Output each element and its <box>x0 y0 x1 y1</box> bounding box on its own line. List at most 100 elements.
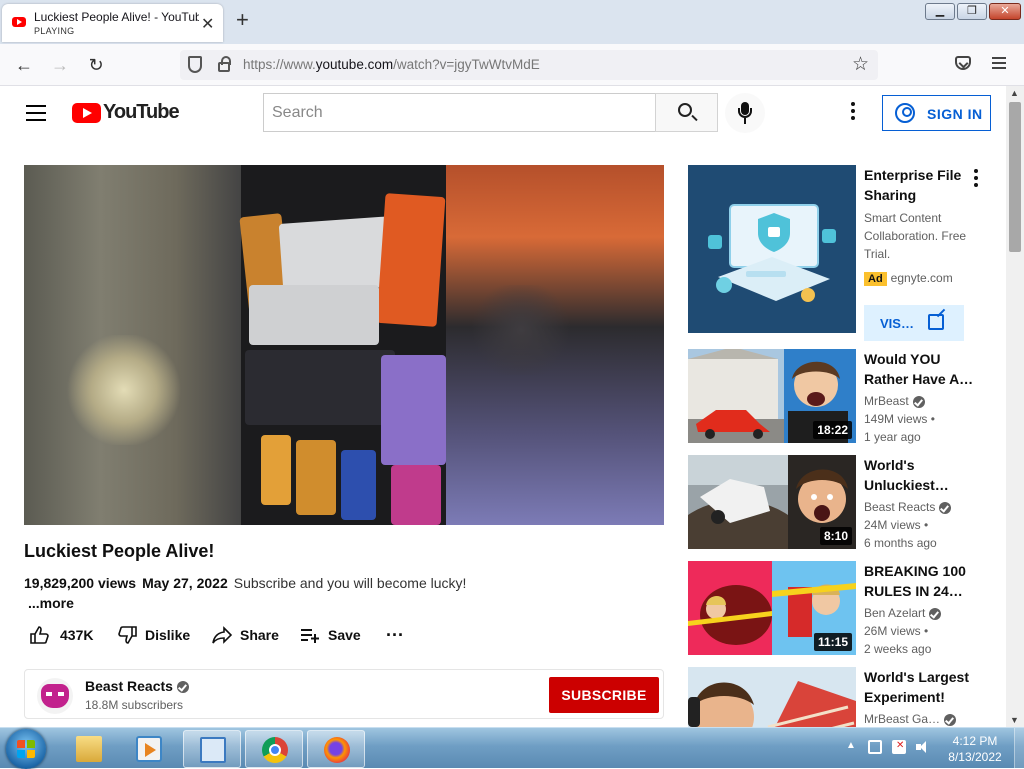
page-scrollbar[interactable]: ▲ ▼ <box>1006 86 1024 727</box>
subscriber-count: 18.8M subscribers <box>85 698 184 712</box>
window-close-button[interactable]: ✕ <box>989 3 1021 20</box>
action-center-icon[interactable] <box>868 740 882 754</box>
search-button[interactable] <box>655 93 718 132</box>
taskbar-explorer[interactable] <box>60 730 118 768</box>
rec-title[interactable]: World's Largest Experiment! <box>864 667 974 707</box>
browser-menu-icon[interactable] <box>992 57 1006 69</box>
sidebar-ad[interactable]: Enterprise File Sharing Smart Content Co… <box>688 165 988 341</box>
ad-menu-kebab-icon[interactable] <box>974 169 978 187</box>
taskbar-control-panel[interactable] <box>183 730 241 768</box>
recommendation-item[interactable]: World's Largest Experiment! MrBeast Ga… <box>688 667 988 727</box>
search-box[interactable] <box>263 93 655 132</box>
tab-status: PLAYING <box>34 26 75 36</box>
volume-icon[interactable] <box>916 740 930 754</box>
rec-channel[interactable]: MrBeast <box>864 394 925 408</box>
url-text[interactable]: https://www.youtube.com/watch?v=jgyTwWtv… <box>243 57 540 72</box>
verified-check-icon <box>944 713 957 726</box>
show-desktop-button[interactable] <box>1014 728 1024 769</box>
more-actions-button[interactable]: ... <box>386 620 404 644</box>
bookmark-star-icon[interactable]: ☆ <box>852 53 869 76</box>
forward-arrow-icon[interactable]: → <box>48 53 72 77</box>
maximize-button[interactable]: ❐ <box>957 3 987 20</box>
scroll-up-arrow-icon[interactable]: ▲ <box>1010 88 1019 98</box>
subscribe-button[interactable]: SUBSCRIBE <box>549 677 659 713</box>
browser-tab[interactable]: Luckiest People Alive! - YouTube PLAYING… <box>2 4 223 42</box>
channel-avatar[interactable] <box>37 678 73 714</box>
verified-check-icon <box>939 501 952 514</box>
guide-menu-icon[interactable] <box>26 105 46 121</box>
recommendation-item[interactable]: 11:15 BREAKING 100 RULES IN 24… Ben Azel… <box>688 561 988 656</box>
reload-icon[interactable]: ↻ <box>84 53 108 77</box>
folder-icon <box>76 736 102 762</box>
voice-search-button[interactable] <box>725 93 765 133</box>
search-input[interactable] <box>264 94 655 131</box>
cloud-security-illustration <box>688 165 856 333</box>
rec-channel[interactable]: Ben Azelart <box>864 606 942 620</box>
rec-duration: 11:15 <box>813 633 852 651</box>
search-icon <box>678 103 692 117</box>
tab-title: Luckiest People Alive! - YouTube <box>34 10 199 24</box>
recommendation-item[interactable]: 18:22 Would YOU Rather Have A… MrBeast 1… <box>688 349 988 444</box>
tracking-shield-icon[interactable] <box>188 56 202 73</box>
verified-check-icon <box>176 681 189 694</box>
show-hidden-icons-arrow-icon[interactable]: ▲ <box>846 740 856 751</box>
scrollbar-thumb[interactable] <box>1009 102 1021 252</box>
rec-age: 2 weeks ago <box>864 642 932 656</box>
system-clock[interactable]: 4:12 PM 8/13/2022 <box>940 733 1010 765</box>
channel-name[interactable]: Beast Reacts <box>85 678 189 694</box>
visit-site-button[interactable]: VIS… <box>864 305 964 341</box>
network-icon[interactable]: ✕ <box>892 740 906 754</box>
recommendation-item[interactable]: 8:10 World's Unluckiest… Beast Reacts 24… <box>688 455 988 550</box>
account-icon <box>895 103 915 123</box>
rec-channel[interactable]: Beast Reacts <box>864 500 952 514</box>
ad-sponsor: Ad egnyte.com <box>864 271 953 286</box>
rec-duration: 8:10 <box>819 527 852 545</box>
rec-duration: 18:22 <box>813 421 852 439</box>
rec-thumbnail[interactable]: 18:22 <box>688 349 856 443</box>
video-meta[interactable]: 19,829,200 views May 27, 2022 Subscribe an… <box>24 575 466 591</box>
address-bar[interactable]: https://www.youtube.com/watch?v=jgyTwWtv… <box>180 50 878 80</box>
clock-date: 8/13/2022 <box>948 750 1002 764</box>
start-button[interactable] <box>6 729 46 769</box>
video-frame-blur-right <box>446 165 664 525</box>
thumbs-down-icon <box>118 626 137 644</box>
rec-views: 26M views • <box>864 624 929 638</box>
view-count: 19,829,200 views <box>24 575 137 591</box>
rec-title[interactable]: Would YOU Rather Have A… <box>864 349 974 389</box>
thumbs-up-icon <box>30 626 49 644</box>
video-frame-center <box>239 165 446 525</box>
new-tab-button[interactable]: + <box>236 9 249 31</box>
scroll-down-arrow-icon[interactable]: ▼ <box>1010 715 1019 725</box>
rec-thumbnail[interactable]: 11:15 <box>688 561 856 655</box>
rec-thumbnail[interactable] <box>688 667 856 727</box>
back-arrow-icon[interactable]: ← <box>12 53 36 77</box>
sign-in-button[interactable]: SIGN IN <box>882 95 991 131</box>
rec-title[interactable]: BREAKING 100 RULES IN 24… <box>864 561 974 601</box>
settings-kebab-icon[interactable] <box>850 102 856 122</box>
ad-description: Smart Content Collaboration. Free Trial. <box>864 211 967 261</box>
rec-views: 149M views • <box>864 412 935 426</box>
pocket-icon[interactable] <box>955 56 971 70</box>
show-more-link[interactable]: ...more <box>28 595 74 611</box>
taskbar-chrome[interactable] <box>245 730 303 768</box>
youtube-favicon-icon <box>12 17 26 27</box>
browser-titlebar: Luckiest People Alive! - YouTube PLAYING… <box>0 0 1024 44</box>
video-player[interactable] <box>24 165 664 525</box>
lock-icon[interactable] <box>218 56 231 72</box>
verified-check-icon <box>929 607 942 620</box>
system-tray: ▲ ✕ 4:12 PM 8/13/2022 <box>840 728 1024 769</box>
tab-close-icon[interactable]: ✕ <box>201 14 214 34</box>
rec-age: 1 year ago <box>864 430 921 444</box>
taskbar-media-player[interactable] <box>120 730 178 768</box>
rec-thumbnail[interactable]: 8:10 <box>688 455 856 549</box>
upload-date: May 27, 2022 <box>142 575 228 591</box>
minimize-button[interactable]: ▁ <box>925 3 955 20</box>
taskbar-firefox[interactable] <box>307 730 365 768</box>
rec-age: 6 months ago <box>864 536 937 550</box>
external-link-icon <box>928 314 944 330</box>
ad-domain: egnyte.com <box>890 271 953 285</box>
rec-title[interactable]: World's Unluckiest… <box>864 455 974 495</box>
ad-thumbnail[interactable] <box>688 165 856 333</box>
rec-channel[interactable]: MrBeast Ga… <box>864 712 957 726</box>
ad-title[interactable]: Enterprise File Sharing <box>864 165 974 205</box>
